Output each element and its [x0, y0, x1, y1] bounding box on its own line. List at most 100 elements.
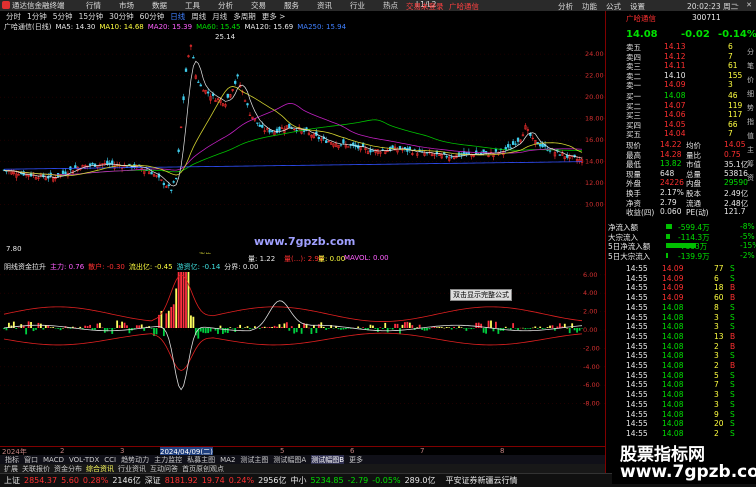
tick-row: 14:55 14.08 7 S — [606, 380, 756, 389]
indicator-tab[interactable]: MACD — [43, 456, 64, 464]
formula-tooltip[interactable]: 双击显示完整公式 — [450, 289, 512, 301]
indicator-axis-label: 6.00 — [583, 272, 597, 279]
indicator-tab[interactable]: CCI — [104, 456, 116, 464]
tick-row: 14:55 14.08 2 S — [606, 429, 756, 438]
sh-index-label[interactable]: 上证 — [4, 475, 20, 486]
price-axis-label: 10.00 — [585, 201, 604, 209]
candle-body — [88, 163, 92, 166]
menu-item[interactable]: 资讯 — [317, 0, 332, 11]
menu-item[interactable]: 数据 — [152, 0, 167, 11]
indicator-bar — [263, 326, 266, 328]
indicator-bar — [17, 327, 20, 329]
side-tab[interactable]: 资 — [747, 173, 754, 183]
indicator-bar — [455, 328, 458, 329]
tick-row: 14:55 14.08 20 S — [606, 419, 756, 428]
indicator-bar — [300, 328, 303, 334]
ask-volume: 7 — [728, 51, 733, 61]
indicator-bar — [396, 323, 399, 328]
zx-index-label[interactable]: 中小 — [290, 475, 306, 486]
indicator-tab[interactable]: 更多 — [349, 455, 363, 465]
ma60-label: MA60: 15.45 — [196, 23, 241, 31]
tick-row: 14:55 14.08 3 S — [606, 400, 756, 409]
side-tab[interactable]: 价 — [747, 75, 754, 85]
bottom-tab-active[interactable]: 综合资讯 — [86, 464, 114, 474]
indicator-bar — [426, 328, 428, 331]
minimize-icon[interactable]: – — [733, 1, 741, 9]
tick-volume: 13 — [714, 331, 724, 341]
side-tab[interactable]: 主 — [747, 145, 754, 155]
menu-item[interactable]: 热点 — [383, 0, 398, 11]
bottom-tab[interactable]: 扩展 — [4, 464, 18, 474]
indicator-tab-active[interactable]: 测试幅图B — [311, 454, 345, 465]
indicator-bar — [86, 326, 89, 328]
indicator-bar — [325, 328, 328, 331]
tick-direction: B — [730, 341, 736, 351]
menu-item[interactable]: 服务 — [284, 0, 299, 11]
indicator-tab[interactable]: 测试主图 — [240, 455, 268, 465]
side-tab[interactable]: 势 — [747, 103, 754, 113]
indicator-bar — [406, 321, 409, 328]
indicator-bar — [531, 327, 534, 329]
bottom-tab[interactable]: 互动问答 — [150, 464, 178, 474]
indicator-tab[interactable]: 测试幅图A — [273, 455, 306, 465]
indicator-bar — [411, 325, 414, 328]
indicator-chart[interactable]: 6.00 4.00 2.00 0.00 -2.00 -4.00 -6.00 -8.00 — [0, 272, 605, 446]
menu-item[interactable]: 行业 — [350, 0, 365, 11]
indicator-bar — [487, 320, 490, 328]
indicator-bar — [155, 328, 158, 335]
menu-item[interactable]: 行情 — [86, 0, 101, 11]
bottom-tab[interactable]: 关联报价 — [22, 464, 50, 474]
close-icon[interactable]: ✕ — [745, 1, 753, 9]
ask-volume: 155 — [728, 70, 743, 80]
side-tab[interactable]: 指 — [747, 117, 754, 127]
indicator-bar — [438, 326, 441, 328]
vol-label-4: MAVOL: 0.00 — [344, 254, 389, 262]
indicator-tab[interactable]: MA2 — [220, 456, 235, 464]
indicator-bar — [69, 328, 72, 329]
period-tab[interactable]: 15分钟 — [79, 11, 104, 22]
candle-body — [371, 150, 375, 152]
indicator-tab[interactable]: VOL-TDX — [69, 456, 99, 464]
period-tab[interactable]: 30分钟 — [109, 11, 134, 22]
period-tab[interactable]: 5分钟 — [53, 11, 73, 22]
indicator-bar — [288, 328, 291, 331]
indicator-bar — [283, 323, 286, 328]
tick-time: 14:55 — [626, 331, 648, 341]
tick-direction: S — [730, 428, 735, 438]
indicator-bar — [244, 327, 246, 328]
stat-row: 现价 14.22 均价 14.05 — [606, 140, 756, 150]
side-tab[interactable]: 分 — [747, 47, 754, 57]
period-tab[interactable]: 多周期 — [233, 11, 256, 22]
period-tab[interactable]: 分时 — [6, 11, 21, 22]
bottom-tab[interactable]: 行业资讯 — [118, 464, 146, 474]
tick-row: 14:55 14.08 3 S — [606, 351, 756, 360]
indicator-bar — [362, 327, 364, 328]
bottom-tab[interactable]: 首页原创观点 — [182, 464, 224, 474]
period-tab[interactable]: 更多 > — [262, 11, 286, 22]
menu-item[interactable]: 市场 — [119, 0, 134, 11]
side-tab[interactable]: 细 — [747, 89, 754, 99]
candle-body — [494, 148, 498, 152]
period-tab[interactable]: 月线 — [212, 11, 227, 22]
period-tab[interactable]: 周线 — [191, 11, 206, 22]
bid-price: 14.04 — [664, 129, 686, 139]
menu-item[interactable]: 交易 — [251, 0, 266, 11]
side-tab[interactable]: 筹 — [747, 159, 754, 169]
bottom-tab[interactable]: 资金分布 — [54, 464, 82, 474]
candle-body — [162, 182, 166, 186]
menu-item[interactable]: 工具 — [185, 0, 200, 11]
ask-row: 卖四 14.12 7 — [606, 51, 756, 62]
period-tab[interactable]: 60分钟 — [140, 11, 165, 22]
side-tab[interactable]: 笔 — [747, 61, 754, 71]
candlestick-chart[interactable]: 25.14 7.80 涨停 24.0022.0020.0018.0016.001… — [0, 32, 605, 254]
price-axis-label: 20.00 — [585, 93, 604, 101]
period-tab[interactable]: 1分钟 — [27, 11, 47, 22]
watermark-logo: 股票指标网 www.7gpzb.com — [612, 440, 756, 484]
side-tab[interactable]: 值 — [747, 131, 754, 141]
indicator-bar — [401, 324, 404, 328]
period-tab-daily[interactable]: 日线 — [170, 11, 185, 22]
sz-index-label[interactable]: 深证 — [145, 475, 161, 486]
indicator-bar — [344, 328, 347, 330]
menu-item[interactable]: 分析 — [218, 0, 233, 11]
price-axis-label: 14.00 — [585, 158, 604, 166]
